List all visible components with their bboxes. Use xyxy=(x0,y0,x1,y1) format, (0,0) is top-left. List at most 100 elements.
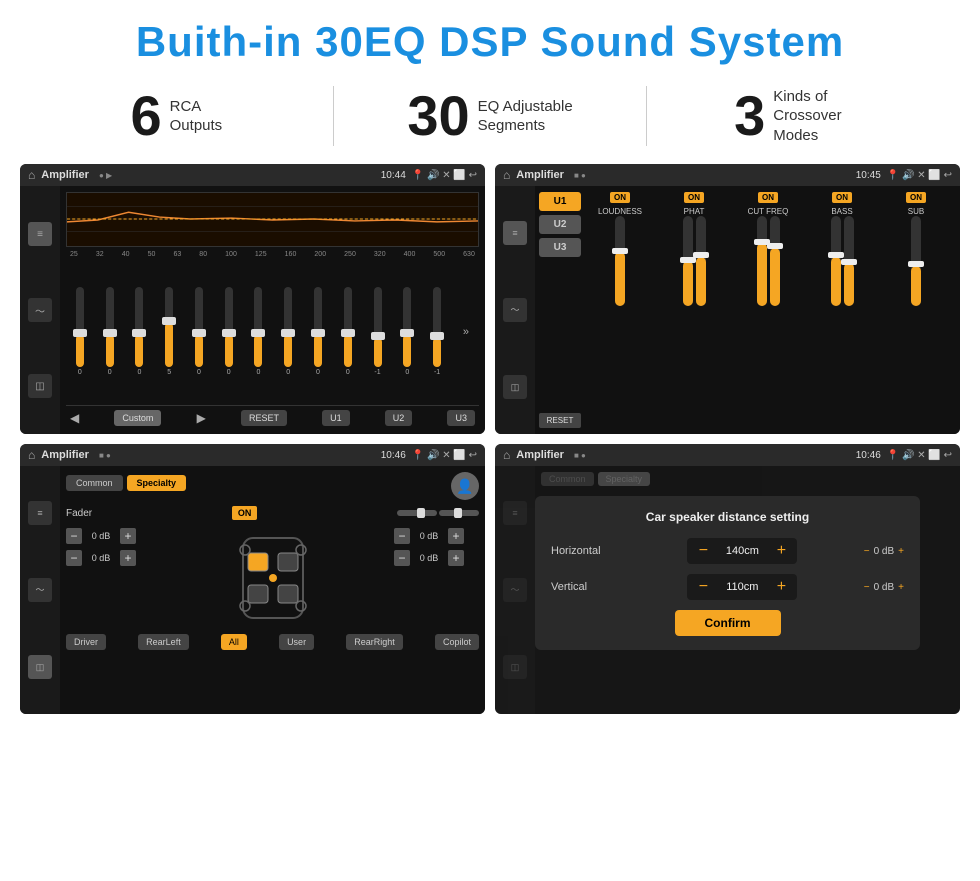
eq-slider-0: 0 xyxy=(76,287,84,376)
db-minus-2[interactable]: − xyxy=(66,550,82,566)
fader-icon-1[interactable]: ≡ xyxy=(28,501,52,525)
crossover-reset-btn[interactable]: RESET xyxy=(539,413,581,428)
db-minus-3[interactable]: − xyxy=(394,528,410,544)
xo-icon-2[interactable]: 〜 xyxy=(503,298,527,322)
eq-u3-btn[interactable]: U3 xyxy=(447,410,475,426)
eq-controls: ◀ Custom ▶ RESET U1 U2 U3 xyxy=(66,405,479,428)
channel-sub: ON SUB xyxy=(881,192,951,428)
fader-icon-2[interactable]: 〜 xyxy=(28,578,52,602)
v-db-minus[interactable]: − xyxy=(864,582,870,593)
fader-on-btn[interactable]: ON xyxy=(232,506,258,520)
fader-main: Common Specialty 👤 Fader ON xyxy=(60,466,485,714)
stat-divider-2 xyxy=(646,86,647,146)
eq-reset-btn[interactable]: RESET xyxy=(241,410,287,426)
db-value-3: 0 dB xyxy=(414,531,444,541)
vertical-minus[interactable]: − xyxy=(695,578,711,596)
home-icon: ⌂ xyxy=(28,168,35,182)
eq-icon-2[interactable]: 〜 xyxy=(28,298,52,322)
vertical-db: − 0 dB + xyxy=(864,582,904,593)
screen3-home-icon: ⌂ xyxy=(28,448,35,462)
xo-icon-3[interactable]: ◫ xyxy=(503,375,527,399)
h-db-minus[interactable]: − xyxy=(864,546,870,557)
db-plus-1[interactable]: + xyxy=(120,528,136,544)
dialog-vertical-ctrl: − 110cm + xyxy=(687,574,797,600)
eq-custom-btn[interactable]: Custom xyxy=(114,410,161,426)
eq-slider-6: 0 xyxy=(254,287,262,376)
eq-slider-2: 0 xyxy=(135,287,143,376)
btn-copilot[interactable]: Copilot xyxy=(435,634,479,650)
fader-car-visual xyxy=(159,528,386,628)
screen3-app-name: Amplifier xyxy=(41,449,89,461)
screen3-status-bar: ⌂ Amplifier ■ ● 10:46 📍 🔊 ✕ ⬜ ↩ xyxy=(20,444,485,466)
dialog-vertical-label: Vertical xyxy=(551,581,621,593)
eq-sliders: 0 0 0 5 0 xyxy=(66,262,479,401)
screen2-status-icons: 📍 🔊 ✕ ⬜ ↩ xyxy=(887,170,952,181)
stat-eq-number: 30 xyxy=(407,88,469,144)
horizontal-value: 140cm xyxy=(717,545,767,557)
xo-icon-1[interactable]: ≡ xyxy=(503,221,527,245)
u2-button[interactable]: U2 xyxy=(539,215,581,234)
channel-loudness: ON LOUDNESS xyxy=(585,192,655,428)
db-plus-3[interactable]: + xyxy=(448,528,464,544)
db-value-2: 0 dB xyxy=(86,553,116,563)
eq-slider-9: 0 xyxy=(344,287,352,376)
screen1-body: ≡ 〜 ◫ xyxy=(20,186,485,434)
screen3-status-icons: 📍 🔊 ✕ ⬜ ↩ xyxy=(412,450,477,461)
dialog-horizontal-row: Horizontal − 140cm + − 0 dB + xyxy=(551,538,904,564)
eq-prev[interactable]: ◀ xyxy=(70,411,79,425)
confirm-button[interactable]: Confirm xyxy=(675,610,781,636)
eq-main: 25 32 40 50 63 80 100 125 160 200 250 32… xyxy=(60,186,485,434)
eq-slider-7: 0 xyxy=(284,287,292,376)
screen4-status-bar: ⌂ Amplifier ■ ● 10:46 📍 🔊 ✕ ⬜ ↩ xyxy=(495,444,960,466)
eq-slider-10: -1 xyxy=(374,287,382,376)
screen4-app-name: Amplifier xyxy=(516,449,564,461)
eq-next[interactable]: ▶ xyxy=(197,411,206,425)
fader-bottom-row: Driver RearLeft All User RearRight Copil… xyxy=(66,634,479,650)
fader-h-sliders xyxy=(397,510,479,516)
db-minus-4[interactable]: − xyxy=(394,550,410,566)
screen1-app-name: Amplifier xyxy=(41,169,89,181)
screen4-body: ≡ 〜 ◫ Common Specialty Car speaker dista… xyxy=(495,466,960,714)
stat-eq-label: EQ Adjustable Segments xyxy=(478,97,573,136)
crossover-u-buttons: U1 U2 U3 RESET xyxy=(535,186,585,434)
btn-rear-right[interactable]: RearRight xyxy=(346,634,403,650)
vertical-plus[interactable]: + xyxy=(773,578,789,596)
eq-u2-btn[interactable]: U2 xyxy=(385,410,413,426)
v-db-plus[interactable]: + xyxy=(898,582,904,593)
btn-all[interactable]: All xyxy=(221,634,247,650)
db-plus-2[interactable]: + xyxy=(120,550,136,566)
fader-row: Fader ON xyxy=(66,506,479,520)
fader-sidebar: ≡ 〜 ◫ xyxy=(20,466,60,714)
db-value-4: 0 dB xyxy=(414,553,444,563)
screen3-dots: ■ ● xyxy=(99,451,111,460)
eq-icon-1[interactable]: ≡ xyxy=(28,222,52,246)
horizontal-minus[interactable]: − xyxy=(695,542,711,560)
db-minus-1[interactable]: − xyxy=(66,528,82,544)
screen4-dots: ■ ● xyxy=(574,451,586,460)
screen2-dots: ■ ● xyxy=(574,171,586,180)
fader-tab-common[interactable]: Common xyxy=(66,475,123,491)
stat-rca-label: RCA Outputs xyxy=(170,97,223,136)
h-db-plus[interactable]: + xyxy=(898,546,904,557)
fader-tab-specialty[interactable]: Specialty xyxy=(127,475,187,491)
expand-icon[interactable]: » xyxy=(463,326,469,338)
screen2-app-name: Amplifier xyxy=(516,169,564,181)
eq-icon-3[interactable]: ◫ xyxy=(28,374,52,398)
avatar-button[interactable]: 👤 xyxy=(451,472,479,500)
screenshots-grid: ⌂ Amplifier ● ▶ 10:44 📍 🔊 ✕ ⬜ ↩ ≡ 〜 ◫ xyxy=(0,164,980,734)
btn-driver[interactable]: Driver xyxy=(66,634,106,650)
u3-button[interactable]: U3 xyxy=(539,238,581,257)
screen4-status-icons: 📍 🔊 ✕ ⬜ ↩ xyxy=(887,450,952,461)
stat-eq: 30 EQ Adjustable Segments xyxy=(354,88,627,144)
db-plus-4[interactable]: + xyxy=(448,550,464,566)
horizontal-db: − 0 dB + xyxy=(864,546,904,557)
vertical-value: 110cm xyxy=(717,581,767,593)
fader-icon-3[interactable]: ◫ xyxy=(28,655,52,679)
btn-rear-left[interactable]: RearLeft xyxy=(138,634,189,650)
btn-user[interactable]: User xyxy=(279,634,314,650)
eq-u1-btn[interactable]: U1 xyxy=(322,410,350,426)
distance-dialog: Car speaker distance setting Horizontal … xyxy=(535,496,920,650)
u1-button[interactable]: U1 xyxy=(539,192,581,211)
screen2-home-icon: ⌂ xyxy=(503,168,510,182)
horizontal-plus[interactable]: + xyxy=(773,542,789,560)
